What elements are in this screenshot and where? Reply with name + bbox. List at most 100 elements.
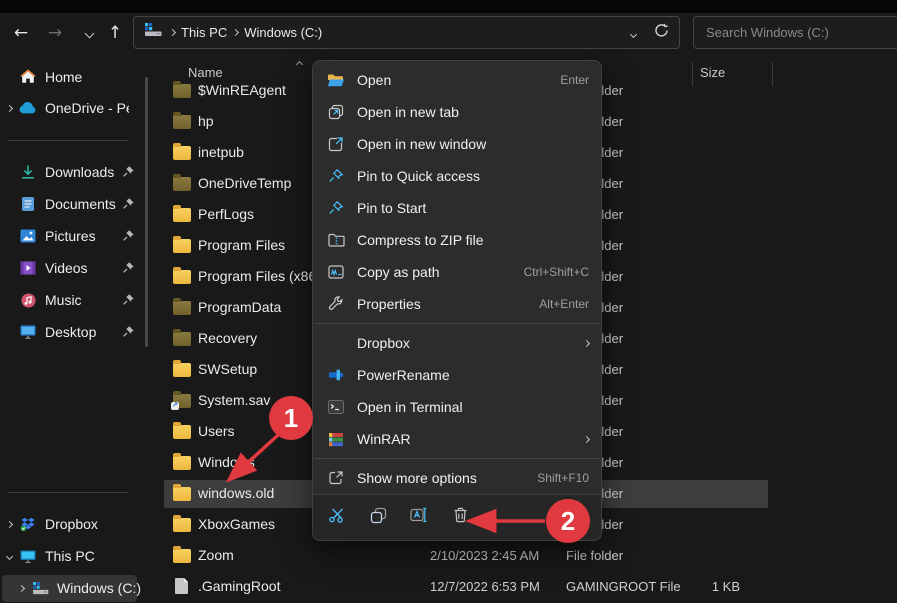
copy-icon xyxy=(370,507,387,529)
sidebar-item-music[interactable]: Music xyxy=(0,287,150,313)
file-name: Zoom xyxy=(198,547,234,563)
address-dropdown-button[interactable] xyxy=(631,24,636,42)
wrench-icon xyxy=(325,296,347,312)
menu-shortcut: Ctrl+Shift+C xyxy=(524,265,589,279)
menu-item-show-more-options[interactable]: Show more options Shift+F10 xyxy=(313,462,601,494)
show-more-icon xyxy=(325,470,347,486)
column-separator[interactable] xyxy=(772,62,773,86)
menu-item-compress-zip[interactable]: Compress to ZIP file xyxy=(313,224,601,256)
file-row[interactable]: .GamingRoot 12/7/2022 6:53 PM GAMINGROOT… xyxy=(164,573,768,601)
sidebar-item-videos[interactable]: Videos xyxy=(0,255,150,281)
folder-icon xyxy=(173,363,191,377)
recent-locations-button[interactable] xyxy=(76,21,102,45)
menu-item-label: WinRAR xyxy=(357,431,584,447)
folder-icon xyxy=(173,487,191,501)
sidebar-item-documents[interactable]: Documents xyxy=(0,191,150,217)
menu-item-open-in-terminal[interactable]: Open in Terminal xyxy=(313,391,601,423)
chevron-down-icon xyxy=(630,30,637,37)
address-bar[interactable]: This PC Windows (C:) xyxy=(133,16,680,49)
sidebar-item-label: This PC xyxy=(45,548,95,564)
menu-item-label: Properties xyxy=(357,296,539,312)
pin-icon xyxy=(325,200,347,216)
sidebar-item-label: Windows (C:) xyxy=(57,580,141,596)
expander-chevron-icon[interactable] xyxy=(0,554,18,559)
sidebar-item-pictures[interactable]: Pictures xyxy=(0,223,150,249)
sidebar-separator xyxy=(8,492,128,493)
menu-separator xyxy=(314,323,600,324)
sidebar-scrollbar[interactable] xyxy=(145,77,148,347)
file-explorer-window: ← → ↑ This PC Windows (C:) Home OneDrive… xyxy=(0,0,897,603)
file-name: SWSetup xyxy=(198,361,257,377)
menu-item-winrar[interactable]: WinRAR xyxy=(313,423,601,455)
breadcrumb-chevron-icon xyxy=(232,29,239,36)
menu-item-label: Show more options xyxy=(357,470,537,486)
menu-item-label: PowerRename xyxy=(357,367,589,383)
expander-chevron-icon[interactable] xyxy=(0,522,18,527)
menu-item-label: Open in Terminal xyxy=(357,399,589,415)
menu-item-label: Open in new window xyxy=(357,136,589,152)
folder-icon xyxy=(173,239,191,253)
menu-item-pin-quick-access[interactable]: Pin to Quick access xyxy=(313,160,601,192)
back-button[interactable]: ← xyxy=(8,21,34,45)
menu-item-open-new-window[interactable]: Open in new window xyxy=(313,128,601,160)
sidebar-item-windows-c[interactable]: Windows (C:) xyxy=(0,575,150,601)
sidebar-item-downloads[interactable]: Downloads xyxy=(0,159,150,185)
sidebar-item-onedrive[interactable]: OneDrive - Perso xyxy=(0,95,150,121)
sidebar-item-dropbox[interactable]: Dropbox xyxy=(0,511,150,537)
menu-item-label: Compress to ZIP file xyxy=(357,232,589,248)
menu-item-copy-as-path[interactable]: Copy as path Ctrl+Shift+C xyxy=(313,256,601,288)
home-icon xyxy=(18,69,38,85)
file-name: System.sav xyxy=(198,392,270,408)
file-name: OneDriveTemp xyxy=(198,175,291,191)
menu-item-properties[interactable]: Properties Alt+Enter xyxy=(313,288,601,320)
expander-chevron-icon[interactable] xyxy=(12,586,30,591)
file-name: XboxGames xyxy=(198,516,275,532)
up-button[interactable]: ↑ xyxy=(102,21,128,45)
pin-icon xyxy=(122,229,135,247)
pin-icon xyxy=(122,325,135,343)
file-name: .GamingRoot xyxy=(198,578,280,594)
sidebar-item-home[interactable]: Home xyxy=(0,64,150,90)
music-icon xyxy=(18,293,38,308)
sidebar-item-label: OneDrive - Perso xyxy=(45,100,129,116)
breadcrumb-windows-c[interactable]: Windows (C:) xyxy=(244,25,322,40)
folder-icon xyxy=(173,270,191,284)
folder-icon xyxy=(173,146,191,160)
file-type: File folder xyxy=(566,548,623,563)
sidebar-item-label: Dropbox xyxy=(45,516,98,532)
copy-button[interactable] xyxy=(366,506,390,530)
submenu-chevron-icon xyxy=(583,435,590,442)
search-input[interactable] xyxy=(704,24,892,41)
sidebar-item-desktop[interactable]: Desktop xyxy=(0,319,150,345)
downloads-icon xyxy=(18,164,38,180)
search-box[interactable] xyxy=(693,16,897,49)
menu-item-open[interactable]: Open Enter xyxy=(313,64,601,96)
file-name: ProgramData xyxy=(198,299,281,315)
menu-item-pin-start[interactable]: Pin to Start xyxy=(313,192,601,224)
this-pc-icon xyxy=(18,550,38,563)
delete-button[interactable] xyxy=(448,506,472,530)
expander-chevron-icon[interactable] xyxy=(0,106,18,111)
onedrive-icon xyxy=(18,102,38,114)
menu-shortcut: Alt+Enter xyxy=(539,297,589,311)
rename-icon xyxy=(410,507,429,528)
refresh-button[interactable] xyxy=(654,23,669,43)
breadcrumb-this-pc[interactable]: This PC xyxy=(181,25,227,40)
rename-button[interactable] xyxy=(407,506,431,530)
file-row[interactable]: Zoom 2/10/2023 2:45 AM File folder xyxy=(164,542,768,570)
forward-button[interactable]: → xyxy=(42,21,68,45)
sidebar-item-this-pc[interactable]: This PC xyxy=(0,543,150,569)
file-name: hp xyxy=(198,113,214,129)
open-new-tab-icon xyxy=(325,104,347,120)
pictures-icon xyxy=(18,229,38,243)
menu-item-label: Open in new tab xyxy=(357,104,589,120)
winrar-icon xyxy=(325,432,347,447)
delete-icon xyxy=(453,507,468,528)
drive-icon xyxy=(30,582,50,595)
menu-item-powerrename[interactable]: PowerRename xyxy=(313,359,601,391)
file-name: windows.old xyxy=(198,485,274,501)
menu-item-dropbox[interactable]: Dropbox xyxy=(313,327,601,359)
cut-button[interactable] xyxy=(325,506,349,530)
documents-icon xyxy=(18,196,38,212)
menu-item-open-new-tab[interactable]: Open in new tab xyxy=(313,96,601,128)
